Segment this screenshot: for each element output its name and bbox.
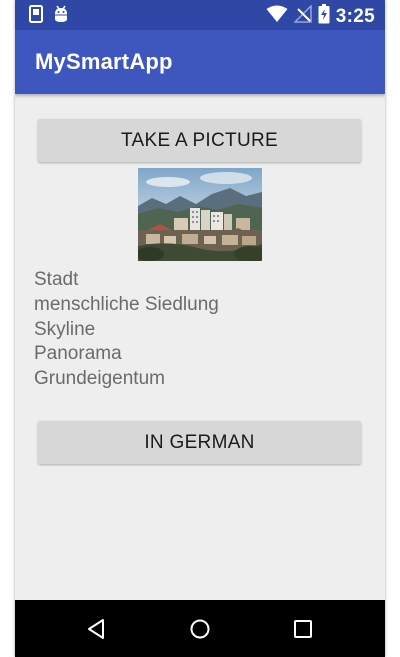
- label-list: Stadt menschliche Siedlung Skyline Panor…: [34, 268, 219, 392]
- recents-icon[interactable]: [288, 614, 318, 644]
- battery-charging-icon: [318, 4, 330, 29]
- list-item: Skyline: [34, 318, 96, 340]
- app-title: MySmartApp: [35, 49, 173, 74]
- status-clock: 3:25: [335, 5, 375, 27]
- city-skyline-photo: [136, 168, 266, 262]
- list-item: menschliche Siedlung: [34, 293, 219, 315]
- back-icon[interactable]: [82, 614, 112, 644]
- list-item: Panorama: [34, 343, 122, 365]
- no-signal-icon: [292, 4, 312, 28]
- in-german-button[interactable]: IN GERMAN: [38, 421, 361, 464]
- status-bar: 3:25: [15, 0, 385, 30]
- list-item: Stadt: [34, 269, 79, 290]
- take-picture-button[interactable]: TAKE A PICTURE: [38, 119, 361, 162]
- wifi-icon: [266, 5, 288, 28]
- notification-square-icon: [29, 5, 43, 28]
- android-debug-icon: [53, 5, 69, 28]
- app-bar: MySmartApp: [15, 30, 385, 94]
- phone-screen: 3:25 MySmartApp TAKE A PICTURE Stadt men…: [15, 0, 385, 657]
- home-icon[interactable]: [185, 614, 215, 644]
- navigation-bar: [15, 600, 385, 657]
- list-item: Grundeigentum: [34, 368, 165, 390]
